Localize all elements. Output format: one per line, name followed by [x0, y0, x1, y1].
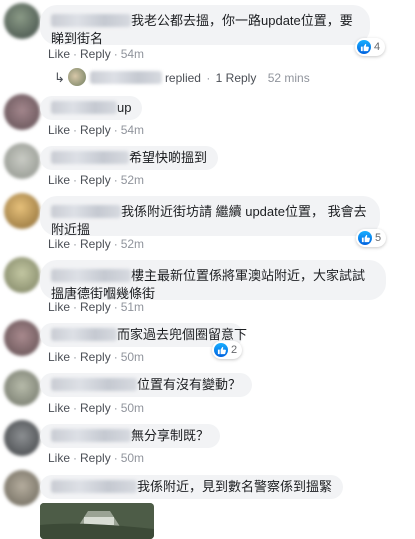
commenter-name[interactable] [51, 151, 129, 164]
reaction-number: 2 [231, 344, 238, 356]
reaction-number: 5 [375, 232, 382, 244]
comment-bubble: 希望快啲搵到 [40, 146, 219, 170]
replier-name[interactable] [89, 71, 162, 84]
like-link[interactable]: Like [48, 173, 70, 187]
commenter-name[interactable] [51, 378, 137, 391]
comment-actions: Like · Reply · 52m [48, 237, 145, 251]
comment-bubble: 位置有沒有變動？ [40, 373, 253, 397]
reply-time: 52 mins [267, 71, 310, 85]
comment-bubble: up [40, 96, 143, 120]
timestamp[interactable]: 50m [121, 451, 144, 465]
reaction-count[interactable]: 2 [212, 341, 243, 359]
comment-bubble: 我老公都去搵，你一路update位置，要睇到街名 [40, 5, 370, 46]
comment-actions: Like · Reply · 54m [48, 47, 145, 61]
thumbs-up-icon [357, 40, 371, 54]
commenter-name[interactable] [51, 480, 137, 493]
avatar[interactable] [4, 257, 40, 293]
reply-link[interactable]: Reply [80, 123, 111, 137]
comment-text: 而家過去兜個圈留意下 [117, 327, 248, 342]
comment-text: up [117, 100, 132, 115]
reaction-count[interactable]: 4 [355, 38, 386, 56]
avatar[interactable] [4, 193, 40, 229]
comment-bubble: 我係附近街坊請 繼續 update位置， 我會去附近搵 [40, 196, 380, 237]
avatar[interactable] [4, 143, 40, 179]
comment-bubble: 樓主最新位置係將軍澳站附近，大家試試搵唐德街嗰幾條街 [40, 260, 386, 301]
like-link[interactable]: Like [48, 123, 70, 137]
reply-arrow-icon: ↳ [54, 70, 65, 85]
comment-bubble: 而家過去兜個圈留意下 [40, 323, 247, 347]
avatar[interactable] [4, 3, 40, 39]
commenter-name[interactable] [51, 269, 131, 282]
comment-text: 無分享制既？ [131, 428, 210, 443]
commenter-name[interactable] [51, 101, 117, 114]
timestamp[interactable]: 51m [121, 300, 144, 314]
reply-link[interactable]: Reply [80, 401, 111, 415]
reply-link[interactable]: Reply [80, 173, 111, 187]
timestamp[interactable]: 50m [121, 350, 144, 364]
reply-link[interactable]: Reply [80, 237, 111, 251]
like-link[interactable]: Like [48, 47, 70, 61]
comment-actions: Like · Reply · 50m [48, 350, 145, 364]
comment-text: 我係附近，見到數名警察係到搵緊 [137, 479, 333, 494]
thumbs-up-icon [214, 343, 228, 357]
reaction-number: 4 [374, 41, 381, 53]
comment-actions: Like · Reply · 51m [48, 300, 145, 314]
like-link[interactable]: Like [48, 350, 70, 364]
reply-link[interactable]: Reply [80, 47, 111, 61]
comment-photo[interactable] [40, 503, 154, 539]
timestamp[interactable]: 52m [121, 237, 144, 251]
thumbs-up-icon [358, 231, 372, 245]
like-link[interactable]: Like [48, 237, 70, 251]
reply-count[interactable]: 1 Reply [216, 71, 257, 85]
reply-link[interactable]: Reply [80, 300, 111, 314]
reaction-count[interactable]: 5 [356, 229, 387, 247]
reply-avatar [68, 68, 87, 86]
avatar[interactable] [4, 470, 40, 506]
timestamp[interactable]: 54m [121, 47, 144, 61]
commenter-name[interactable] [51, 205, 121, 218]
avatar[interactable] [4, 320, 40, 356]
comment-bubble: 無分享制既？ [40, 424, 221, 448]
avatar[interactable] [4, 370, 40, 406]
like-link[interactable]: Like [48, 401, 70, 415]
like-link[interactable]: Like [48, 300, 70, 314]
reply-link[interactable]: Reply [80, 451, 111, 465]
comment-actions: Like · Reply · 52m [48, 173, 145, 187]
comment-text: 位置有沒有變動？ [137, 377, 242, 392]
avatar[interactable] [4, 420, 40, 456]
comment-bubble: 我係附近，見到數名警察係到搵緊 [40, 475, 344, 499]
timestamp[interactable]: 54m [121, 123, 144, 137]
like-link[interactable]: Like [48, 451, 70, 465]
reply-link[interactable]: Reply [80, 350, 111, 364]
comment-actions: Like · Reply · 50m [48, 451, 145, 465]
comment-actions: Like · Reply · 54m [48, 123, 145, 137]
commenter-name[interactable] [51, 429, 131, 442]
comment-actions: Like · Reply · 50m [48, 401, 145, 415]
avatar[interactable] [4, 94, 40, 130]
timestamp[interactable]: 50m [121, 401, 144, 415]
replies-summary[interactable]: ↳ replied · 1 Reply 52 mins [54, 68, 310, 86]
commenter-name[interactable] [51, 328, 117, 341]
timestamp[interactable]: 52m [121, 173, 144, 187]
comment-text: 希望快啲搵到 [129, 150, 208, 165]
commenter-name[interactable] [51, 14, 131, 27]
